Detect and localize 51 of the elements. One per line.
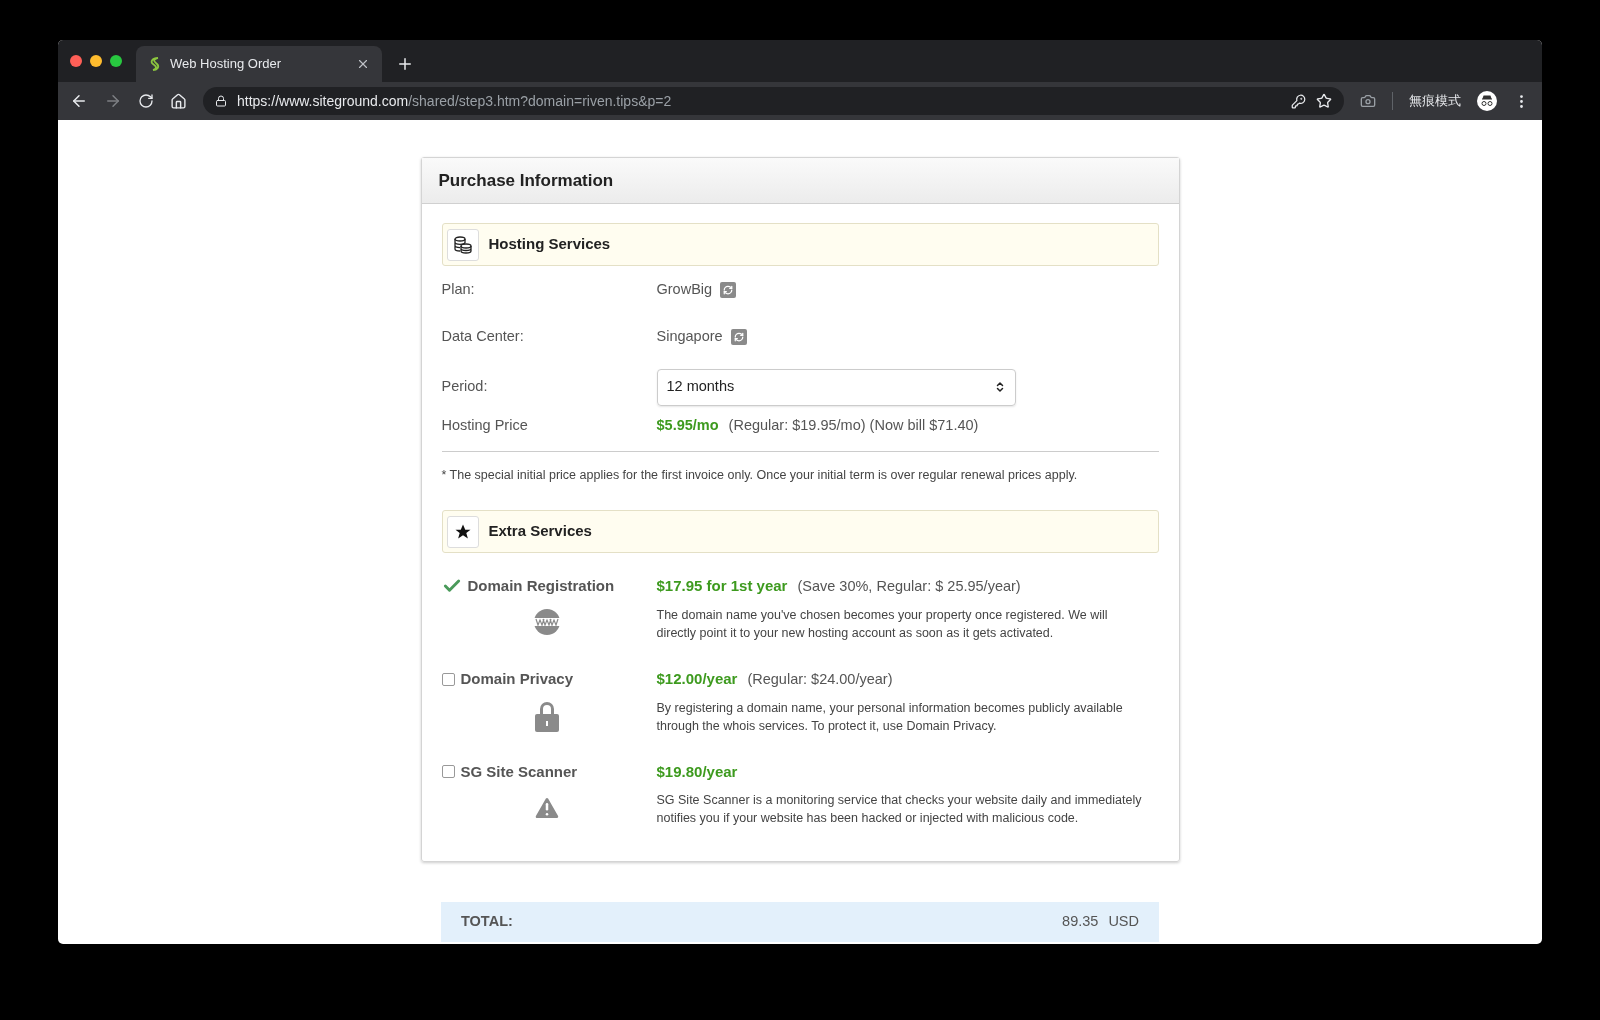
camera-icon[interactable] xyxy=(1360,93,1376,109)
service-description: By registering a domain name, your personal information becomes publicly available through the whois services. To protect it, use Domain Privacy. xyxy=(656,699,1124,735)
field-label: Data Center: xyxy=(441,326,525,346)
service-price: $12.00/year xyxy=(656,668,738,689)
period-select[interactable]: 12 months xyxy=(656,368,1016,406)
field-label: Hosting Price xyxy=(441,416,529,436)
card-title: Purchase Information xyxy=(438,169,614,192)
price-note: (Save 30%, Regular: $ 25.95/year) xyxy=(797,577,1021,596)
price-note: (Regular: $19.95/mo) (Now bill $71.40) xyxy=(728,416,979,436)
service-price: $17.95 for 1st year xyxy=(656,576,788,596)
price-note: (Regular: $24.00/year) xyxy=(747,669,893,689)
footnote: * The special initial price applies for the first invoice only. Once your initial term is over regular renewal prices apply. xyxy=(441,468,1078,482)
total-label: TOTAL: xyxy=(461,912,513,932)
padlock-icon xyxy=(533,700,560,733)
total-amount: 89.35 xyxy=(1062,912,1099,932)
key-icon[interactable] xyxy=(1291,93,1306,109)
reload-icon[interactable] xyxy=(138,93,154,109)
field-label: Plan: xyxy=(441,279,476,299)
service-description: The domain name you've chosen becomes your property once registered. We will directly point it to your new hosting account as soon as it gets activated. xyxy=(656,606,1109,642)
new-tab-icon[interactable] xyxy=(396,55,414,73)
service-price: $19.80/year xyxy=(656,761,738,782)
address-bar[interactable]: https://www.siteground.com/shared/step3.htm?domain=riven.tips&p=2 xyxy=(203,87,1344,115)
leaf-logo-icon xyxy=(148,56,162,72)
field-value: GrowBig xyxy=(656,279,713,299)
section-title: Extra Services xyxy=(488,521,592,542)
lock-icon xyxy=(215,95,227,107)
home-icon[interactable] xyxy=(170,92,187,110)
field-value: Singapore xyxy=(656,326,723,346)
tab-title: Web Hosting Order xyxy=(170,55,283,74)
close-tab-icon[interactable] xyxy=(356,57,370,71)
bookmark-star-icon[interactable] xyxy=(1316,93,1332,109)
change-icon[interactable] xyxy=(720,281,737,298)
coins-icon xyxy=(446,228,479,261)
forward-icon[interactable] xyxy=(104,92,122,110)
www-globe-icon xyxy=(532,607,561,636)
service-description: SG Site Scanner is a monitoring service that checks your website daily and immediately notifies you if your website has been hacked or injected with malicious code. xyxy=(656,792,1143,827)
field-label: Period: xyxy=(441,377,489,397)
back-icon[interactable] xyxy=(70,92,88,110)
checkbox[interactable] xyxy=(441,672,455,686)
incognito-icon[interactable] xyxy=(1477,91,1497,111)
change-icon[interactable] xyxy=(730,328,747,345)
profile-label[interactable]: 無痕模式 xyxy=(1409,91,1461,111)
price-text: $5.95/mo xyxy=(656,416,719,436)
total-currency: USD xyxy=(1108,912,1139,932)
browser-tab[interactable]: Web Hosting Order xyxy=(136,46,382,82)
url-text: https://www.siteground.com/shared/step3.htm?domain=riven.tips&p=2 xyxy=(237,91,672,111)
service-name: SG Site Scanner xyxy=(460,761,578,782)
service-name: Domain Registration xyxy=(467,576,615,596)
checkbox[interactable] xyxy=(441,765,455,779)
section-title: Hosting Services xyxy=(488,234,611,255)
service-name: Domain Privacy xyxy=(460,668,574,689)
